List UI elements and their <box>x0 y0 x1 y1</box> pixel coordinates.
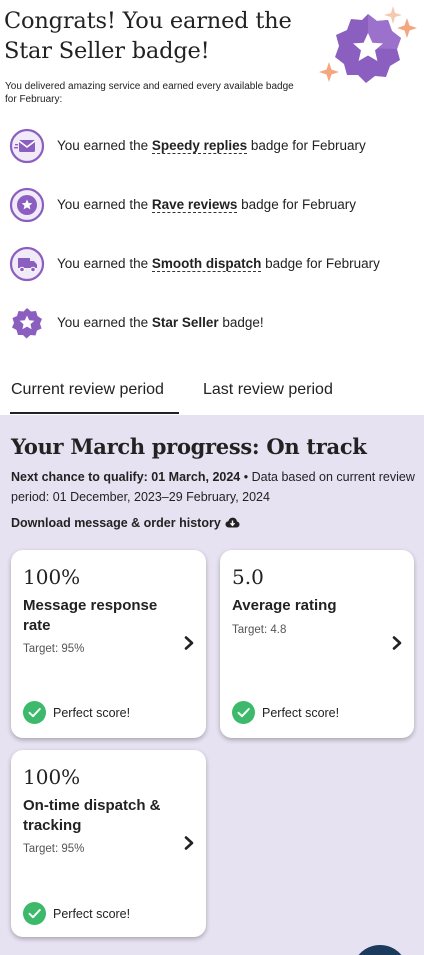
star-review-icon <box>9 187 45 223</box>
badge-row-star-seller: You earned the Star Seller badge! <box>0 303 424 343</box>
truck-icon <box>9 246 45 282</box>
metric-value: 5.0 <box>232 565 264 589</box>
metric-name: Message response rate <box>23 597 158 634</box>
tab-current-review-period[interactable]: Current review period <box>11 380 164 400</box>
star-seller-icon <box>12 308 42 339</box>
envelope-icon <box>9 128 45 164</box>
metric-name: On-time dispatch & tracking <box>23 797 161 834</box>
badge-text: You earned the Speedy replies badge for … <box>57 138 366 154</box>
status-label: Perfect score! <box>262 706 340 720</box>
congrats-header: Congrats! You earned the Star Seller bad… <box>0 0 424 110</box>
metric-card-message-response-rate[interactable]: 100% Message response rate Target: 95% P… <box>11 550 206 738</box>
review-period-tabs: Current review period Last review period <box>0 370 424 414</box>
check-circle-icon <box>23 701 46 724</box>
badge-text: You earned the Smooth dispatch badge for… <box>57 256 380 272</box>
download-history-link[interactable]: Download message & order history <box>11 514 240 532</box>
next-chance-label: Next chance to qualify: 01 March, 2024 <box>11 470 241 484</box>
metric-card-on-time-dispatch[interactable]: 100% On-time dispatch & tracking Target:… <box>11 750 206 937</box>
star-seller-name: Star Seller <box>151 315 219 330</box>
page-subtitle: You delivered amazing service and earned… <box>5 81 294 105</box>
badge-row-rave-reviews: You earned the Rave reviews badge for Fe… <box>0 185 424 225</box>
metric-card-average-rating[interactable]: 5.0 Average rating Target: 4.8 Perfect s… <box>220 550 414 738</box>
badge-text: You earned the Rave reviews badge for Fe… <box>57 197 356 213</box>
metric-target: Target: 95% <box>23 643 85 655</box>
badge-row-smooth-dispatch: You earned the Smooth dispatch badge for… <box>0 244 424 284</box>
metric-value: 100% <box>23 565 81 589</box>
badge-row-speedy-replies: You earned the Speedy replies badge for … <box>0 126 424 166</box>
metric-value: 100% <box>23 765 81 789</box>
rave-reviews-link[interactable]: Rave reviews <box>151 197 238 213</box>
check-circle-icon <box>232 701 255 724</box>
check-circle-icon <box>23 902 46 925</box>
progress-panel: Your March progress: On track Next chanc… <box>0 415 424 955</box>
metric-target: Target: 95% <box>23 843 85 855</box>
chevron-right-icon <box>184 636 194 650</box>
status-label: Perfect score! <box>53 907 131 921</box>
metric-name: Average rating <box>232 597 337 614</box>
star-seller-hero-icon <box>319 6 417 83</box>
chevron-right-icon <box>392 636 402 650</box>
metric-target: Target: 4.8 <box>232 624 287 636</box>
progress-title: Your March progress: On track <box>11 434 367 459</box>
badge-text: You earned the Star Seller badge! <box>57 315 264 330</box>
tab-last-review-period[interactable]: Last review period <box>203 380 333 400</box>
smooth-dispatch-link[interactable]: Smooth dispatch <box>151 256 262 272</box>
review-period-info: Next chance to qualify: 01 March, 2024 •… <box>11 470 415 504</box>
page-title: Congrats! You earned the Star Seller bad… <box>4 8 292 64</box>
chevron-right-icon <box>184 836 194 850</box>
status-label: Perfect score! <box>53 706 131 720</box>
cloud-download-icon <box>225 517 240 528</box>
active-tab-indicator <box>10 412 179 414</box>
speedy-replies-link[interactable]: Speedy replies <box>151 138 248 154</box>
